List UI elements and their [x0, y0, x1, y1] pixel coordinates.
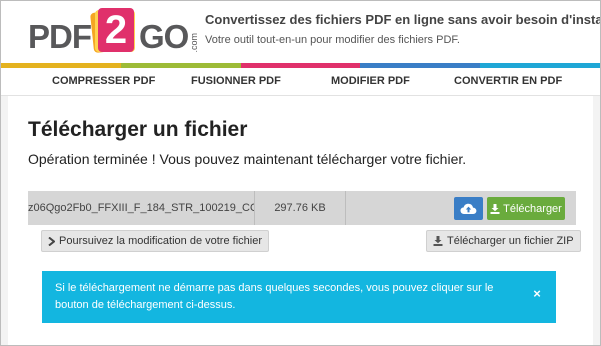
close-icon[interactable]: × — [530, 287, 544, 301]
logo-part-go: GO — [139, 18, 189, 55]
logo-part-2: 2 — [98, 8, 134, 52]
download-zip-button[interactable]: Télécharger un fichier ZIP — [426, 230, 581, 252]
continue-editing-button[interactable]: Poursuivez la modification de votre fich… — [41, 230, 269, 252]
pdf2go-logo[interactable]: PDF 2 GO .com — [28, 7, 199, 57]
nav-item-edit[interactable]: MODIFIER PDF — [331, 68, 410, 95]
content-area: Télécharger un fichier Opération terminé… — [1, 96, 600, 345]
file-name: z06Qgo2Fb0_FFXIII_F_184_STR_100219_CO... — [28, 191, 255, 225]
download-icon — [490, 203, 500, 214]
download-card: Télécharger un fichier Opération terminé… — [8, 96, 593, 345]
logo-part-pdf: PDF — [28, 18, 92, 55]
info-alert: Si le téléchargement ne démarre pas dans… — [42, 271, 556, 323]
site-header: PDF 2 GO .com Convertissez des fichiers … — [1, 1, 600, 63]
nav-item-convert[interactable]: CONVERTIR EN PDF — [454, 68, 562, 95]
cloud-upload-icon — [460, 203, 477, 214]
site-tagline: Convertissez des fichiers PDF en ligne s… — [205, 12, 601, 27]
chevron-right-icon — [48, 236, 55, 246]
logo-2-block: 2 — [90, 7, 138, 57]
completion-message: Opération terminée ! Vous pouvez mainten… — [28, 151, 467, 167]
alert-text: Si le téléchargement ne démarre pas dans… — [55, 282, 494, 311]
nav-item-compress[interactable]: COMPRESSER PDF — [52, 68, 155, 95]
file-size: 297.76 KB — [255, 191, 346, 225]
download-zip-label: Télécharger un fichier ZIP — [447, 235, 574, 247]
site-subtagline: Votre outil tout-en-un pour modifier des… — [205, 34, 460, 46]
browser-frame: PDF 2 GO .com Convertissez des fichiers … — [0, 0, 601, 346]
page-title: Télécharger un fichier — [28, 118, 248, 141]
cloud-upload-button[interactable] — [454, 197, 483, 220]
main-nav: COMPRESSER PDF FUSIONNER PDF MODIFIER PD… — [1, 68, 600, 96]
nav-item-merge[interactable]: FUSIONNER PDF — [191, 68, 281, 95]
download-button[interactable]: Télécharger — [487, 197, 565, 220]
logo-suffix: .com — [189, 33, 200, 53]
download-label: Télécharger — [503, 202, 562, 215]
file-row: z06Qgo2Fb0_FFXIII_F_184_STR_100219_CO...… — [28, 191, 576, 225]
download-icon — [433, 236, 443, 246]
continue-editing-label: Poursuivez la modification de votre fich… — [59, 235, 262, 247]
